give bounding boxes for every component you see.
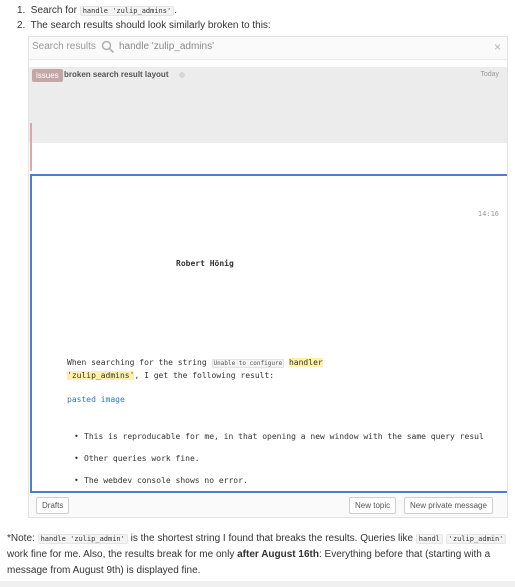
- note-emphasis: after August 16th: [237, 549, 319, 560]
- bullet-icon: •: [74, 454, 79, 463]
- step-punct: .: [174, 5, 177, 16]
- inline-code: 'zulip_admin': [445, 534, 507, 544]
- bullet-icon: •: [74, 476, 79, 485]
- selected-message[interactable]: 14:16 Robert Hönig When searching for th…: [30, 174, 507, 493]
- horizontal-scrollbar[interactable]: [0, 581, 515, 587]
- list-item: • This is reproducable for me, in that op…: [74, 432, 484, 441]
- message-line-1: When searching for the string Unable to …: [67, 358, 323, 368]
- message-time: 14:16: [477, 210, 499, 218]
- list-item-text: This is reproducable for me, in that ope…: [84, 432, 484, 441]
- stream-color-stripe: [30, 123, 32, 171]
- pasted-image-link[interactable]: pasted image: [67, 395, 125, 404]
- embedded-screenshot: Search results handle 'zulip_admins' × i…: [28, 36, 508, 518]
- note-prefix: *Note:: [7, 533, 35, 544]
- footnote: *Note: handle 'zulip_admin' is the short…: [7, 531, 507, 579]
- step-2: 2. The search results should look simila…: [17, 20, 271, 31]
- note-text: work fine for me. Also, the results brea…: [7, 549, 235, 560]
- search-results-label: Search results: [32, 41, 96, 52]
- message-line-2: 'zulip_admins', I get the following resu…: [67, 371, 274, 380]
- bullet-icon: •: [74, 432, 79, 441]
- inline-code: handle 'zulip_admin': [37, 534, 128, 544]
- new-private-message-button[interactable]: New private message: [404, 497, 493, 514]
- new-topic-button[interactable]: New topic: [349, 497, 397, 514]
- list-item-text: Other queries work fine.: [84, 454, 200, 463]
- list-item-text: The webdev console shows no error.: [84, 476, 248, 485]
- step-number: 1.: [17, 5, 26, 16]
- search-icon: [101, 40, 115, 54]
- search-input[interactable]: handle 'zulip_admins': [119, 41, 214, 52]
- recipient-bar: issues broken search result layout Today: [29, 67, 507, 143]
- sender-name[interactable]: Robert Hönig: [176, 259, 234, 268]
- step-1: 1. Search for handle 'zulip_admins'.: [17, 5, 177, 16]
- inline-code: handl: [415, 534, 443, 544]
- message-text: , I get the following result:: [134, 371, 275, 380]
- step-text: Search for: [30, 5, 77, 16]
- close-icon[interactable]: ×: [494, 40, 501, 54]
- search-highlight: handler: [288, 358, 323, 367]
- note-text: is the shortest string I found that brea…: [130, 533, 414, 544]
- list-item: • Other queries work fine.: [74, 454, 200, 463]
- compose-bar: Drafts New topic New private message: [29, 493, 507, 517]
- message-text: When searching for the string: [67, 358, 207, 367]
- step-code: handle 'zulip_admins': [79, 6, 175, 16]
- step-number: 2.: [17, 20, 26, 31]
- list-item: • The webdev console shows no error.: [74, 476, 248, 485]
- date-label: Today: [480, 71, 499, 78]
- stream-badge[interactable]: issues: [32, 69, 63, 82]
- drafts-button[interactable]: Drafts: [36, 497, 70, 514]
- topic-menu-icon[interactable]: [179, 72, 185, 78]
- topic-name[interactable]: broken search result layout: [64, 70, 168, 79]
- search-highlight: 'zulip_admins': [67, 371, 135, 380]
- inline-code: Unable to configure: [211, 359, 285, 368]
- search-bar[interactable]: Search results handle 'zulip_admins' ×: [29, 37, 507, 60]
- step-text: The search results should look similarly…: [30, 20, 271, 31]
